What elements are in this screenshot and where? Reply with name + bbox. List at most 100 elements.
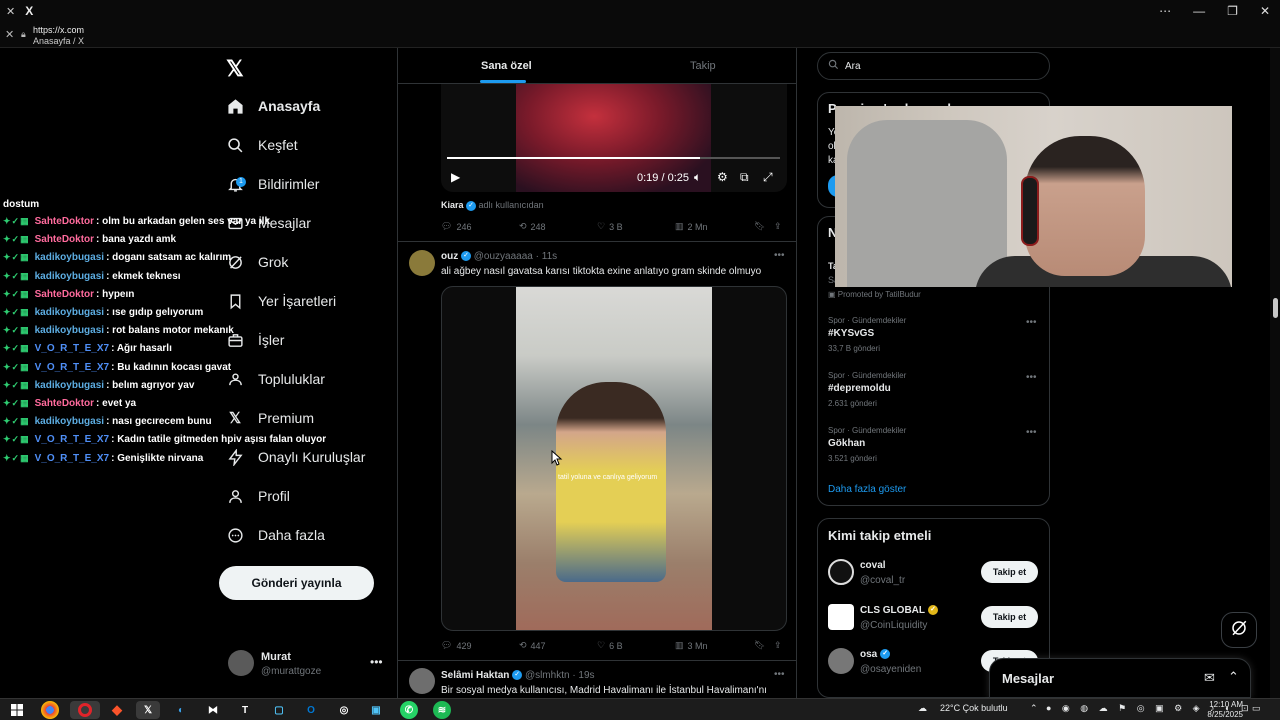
app-icon[interactable]: ◎: [335, 701, 353, 719]
weather-text[interactable]: 22°C Çok bulutlu: [940, 703, 1008, 713]
avatar[interactable]: [228, 650, 254, 676]
account-name[interactable]: CLS GLOBAL ✓: [860, 605, 938, 616]
nav-item-premium[interactable]: 𝕏 Premium: [226, 403, 314, 433]
repost-button[interactable]: ⟲ 447: [519, 640, 546, 651]
more-icon[interactable]: •••: [370, 655, 383, 669]
edge-icon[interactable]: ◐: [172, 701, 190, 719]
chat-username[interactable]: V_O_R_T_E_X7: [35, 453, 110, 464]
views-button[interactable]: ▥ 2 Mn: [675, 221, 708, 232]
gear-icon[interactable]: ⚙: [717, 170, 728, 184]
share-button[interactable]: ⇪: [774, 221, 782, 232]
window-app-icon[interactable]: ▣: [367, 701, 385, 719]
chat-username[interactable]: kadikoybugasi: [35, 325, 104, 336]
video-player[interactable]: tatil yoluna ve canlıya geliyorum: [441, 286, 787, 631]
like-button[interactable]: ♡ 6 B: [597, 640, 623, 651]
nav-item-more[interactable]: Daha fazla: [226, 520, 325, 550]
profile-name[interactable]: Murat: [261, 651, 291, 663]
search-input[interactable]: Ara: [817, 52, 1050, 80]
chat-username[interactable]: V_O_R_T_E_X7: [35, 343, 110, 354]
fullscreen-icon[interactable]: ⤢: [763, 170, 773, 185]
post-author-handle[interactable]: @ouzyaaaaa · 11s: [474, 251, 557, 262]
close-icon[interactable]: ✕: [5, 28, 14, 41]
account-name[interactable]: coval: [860, 560, 886, 571]
more-icon[interactable]: •••: [1026, 427, 1037, 438]
chat-username[interactable]: V_O_R_T_E_X7: [35, 434, 110, 445]
post-author-name[interactable]: ouz: [441, 251, 458, 262]
nav-item-communities[interactable]: Topluluklar: [226, 364, 325, 394]
chat-username[interactable]: SahteDoktor: [35, 216, 94, 227]
video-player[interactable]: ▶ 0:19 / 0:25 🔈︎ ⚙ ⧉ ⤢: [441, 84, 787, 192]
more-icon[interactable]: •••: [774, 669, 785, 680]
show-more-link[interactable]: Daha fazla göster: [828, 484, 906, 495]
post-author-name[interactable]: Selâmi Haktan: [441, 670, 509, 681]
tab-following[interactable]: Takip: [690, 60, 716, 72]
reply-button[interactable]: 💬︎ 246: [441, 221, 471, 232]
nav-item-explore[interactable]: Keşfet: [226, 130, 298, 160]
address-bar[interactable]: ✕ 🔒︎ https://x.com Anasayfa / X: [0, 22, 1280, 48]
bookmark-button[interactable]: 🔖︎: [754, 640, 765, 651]
notification-icon[interactable]: ▭: [1252, 703, 1261, 714]
trend-name[interactable]: Gökhan: [828, 438, 865, 449]
chat-username[interactable]: SahteDoktor: [35, 234, 94, 245]
chevron-up-icon[interactable]: ⌃: [1228, 669, 1239, 685]
more-icon[interactable]: •••: [774, 250, 785, 261]
url-text[interactable]: https://x.com: [33, 25, 84, 35]
page-scrollbar[interactable]: [1270, 48, 1280, 698]
x-app-icon[interactable]: 𝕏: [136, 701, 160, 719]
timeline[interactable]: Sana özel Takip ▶ 0:19 / 0:25 🔈︎ ⚙ ⧉ ⤢ K…: [397, 48, 797, 698]
avatar[interactable]: [828, 648, 854, 674]
opera-icon[interactable]: [70, 701, 100, 719]
grok-button[interactable]: [1221, 612, 1257, 648]
nav-item-grok[interactable]: Grok: [226, 247, 288, 277]
close-window-button[interactable]: ✕: [1260, 4, 1270, 18]
store-icon[interactable]: ▢: [270, 701, 288, 719]
whatsapp-icon[interactable]: ✆: [400, 701, 418, 719]
bookmark-button[interactable]: 🔖︎: [754, 221, 765, 232]
scrollbar-thumb[interactable]: [1273, 298, 1278, 318]
capcut-icon[interactable]: ⧓: [204, 701, 222, 719]
chat-username[interactable]: SahteDoktor: [35, 398, 94, 409]
account-name[interactable]: osa ✓: [860, 649, 891, 660]
volume-icon[interactable]: 🔈︎: [694, 170, 701, 185]
chat-username[interactable]: SahteDoktor: [35, 289, 94, 300]
play-icon[interactable]: ▶: [451, 170, 460, 184]
chat-username[interactable]: kadikoybugasi: [35, 252, 104, 263]
nav-item-bookmarks[interactable]: Yer İşaretleri: [226, 286, 336, 316]
maximize-button[interactable]: ❐: [1227, 4, 1238, 18]
follow-button[interactable]: Takip et: [981, 606, 1038, 628]
browser-menu-icon[interactable]: ⋯: [1159, 4, 1171, 18]
brave-icon[interactable]: ◆: [108, 701, 126, 719]
messages-drawer[interactable]: Mesajlar ✉ ⌃: [989, 658, 1251, 698]
chrome-icon[interactable]: [41, 701, 59, 719]
clock[interactable]: 12:10 AM 8/25/2025: [1203, 700, 1243, 720]
spotify-icon[interactable]: ≋: [433, 701, 451, 719]
nav-item-home[interactable]: Anasayfa: [226, 91, 320, 121]
chat-username[interactable]: kadikoybugasi: [35, 271, 104, 282]
avatar[interactable]: [828, 604, 854, 630]
tab-for-you[interactable]: Sana özel: [481, 60, 532, 72]
minimize-button[interactable]: —: [1193, 4, 1205, 18]
chat-username[interactable]: V_O_R_T_E_X7: [35, 362, 110, 373]
nav-item-profile[interactable]: Profil: [226, 481, 290, 511]
video-progress-bar[interactable]: [447, 157, 780, 159]
avatar[interactable]: [828, 559, 854, 585]
avatar[interactable]: [409, 668, 435, 694]
chat-username[interactable]: kadikoybugasi: [35, 307, 104, 318]
more-icon[interactable]: •••: [1026, 372, 1037, 383]
x-logo-icon[interactable]: 𝕏: [226, 56, 244, 82]
reply-button[interactable]: 💬︎ 429: [441, 640, 471, 651]
follow-button[interactable]: Takip et: [981, 561, 1038, 583]
views-button[interactable]: ▥ 3 Mn: [675, 640, 708, 651]
tt-app-icon[interactable]: T: [236, 701, 254, 719]
picture-in-picture-icon[interactable]: ⧉: [740, 170, 749, 185]
repost-button[interactable]: ⟲ 248: [519, 221, 546, 232]
new-message-icon[interactable]: ✉: [1204, 670, 1215, 686]
windows-start-icon[interactable]: [8, 701, 26, 719]
post-button[interactable]: Gönderi yayınla: [219, 566, 374, 600]
chevron-up-icon[interactable]: ⌃: [1030, 703, 1038, 714]
avatar[interactable]: [409, 250, 435, 276]
trend-name[interactable]: #depremoldu: [828, 383, 891, 394]
quote-author-name[interactable]: Kiara: [441, 200, 464, 210]
nav-item-notifications[interactable]: 1 Bildirimler: [226, 169, 319, 199]
chat-username[interactable]: kadikoybugasi: [35, 380, 104, 391]
